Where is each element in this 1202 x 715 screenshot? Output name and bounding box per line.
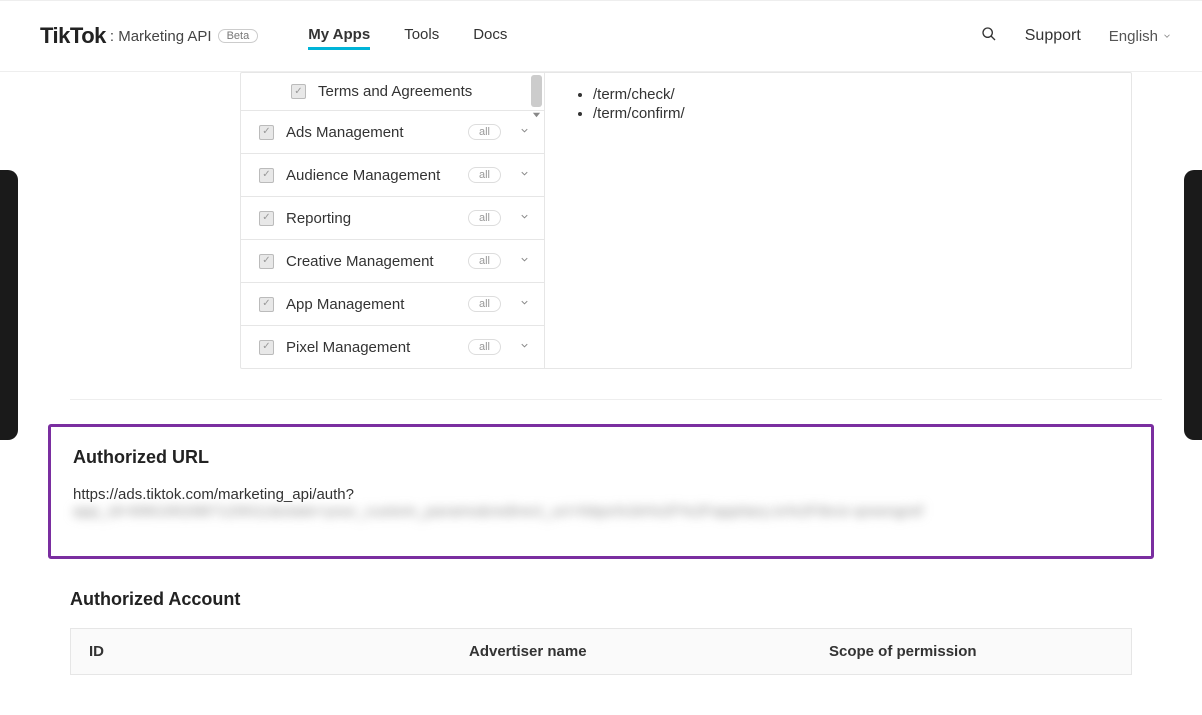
- endpoint-item: /term/confirm/: [593, 104, 1111, 123]
- checkbox-checked-icon[interactable]: [259, 340, 274, 355]
- authorized-url-prefix: https://ads.tiktok.com/marketing_api/aut…: [73, 486, 354, 503]
- permission-tag: all: [468, 296, 501, 312]
- language-selector[interactable]: English: [1109, 28, 1172, 45]
- section-divider: [70, 399, 1162, 400]
- chevron-down-icon: [519, 209, 530, 227]
- permission-label: Terms and Agreements: [318, 83, 530, 100]
- permission-item-ads-management[interactable]: Ads Management all: [241, 111, 544, 154]
- authorized-account-section: Authorized Account ID Advertiser name Sc…: [70, 589, 1132, 675]
- column-header-advertiser: Advertiser name: [451, 629, 811, 674]
- permission-label: Creative Management: [286, 253, 468, 270]
- permission-subitem-terms[interactable]: Terms and Agreements: [241, 73, 544, 111]
- permission-label: Audience Management: [286, 167, 468, 184]
- column-header-id: ID: [71, 629, 451, 674]
- chevron-down-icon: [1162, 28, 1172, 45]
- permissions-panel: Terms and Agreements Ads Management all …: [240, 72, 1132, 369]
- authorized-url-section: Authorized URL https://ads.tiktok.com/ma…: [48, 424, 1154, 559]
- permission-tag: all: [468, 339, 501, 355]
- authorized-url-value[interactable]: https://ads.tiktok.com/marketing_api/aut…: [73, 486, 1129, 520]
- checkbox-checked-icon[interactable]: [259, 125, 274, 140]
- header-right-controls: Support English: [981, 26, 1172, 47]
- endpoint-item: /term/check/: [593, 85, 1111, 104]
- permission-item-creative-management[interactable]: Creative Management all: [241, 240, 544, 283]
- nav-tools[interactable]: Tools: [404, 22, 439, 50]
- chevron-down-icon: [519, 338, 530, 356]
- permission-item-app-management[interactable]: App Management all: [241, 283, 544, 326]
- permission-label: Ads Management: [286, 124, 468, 141]
- chevron-down-icon: [519, 123, 530, 141]
- checkbox-checked-icon[interactable]: [291, 84, 306, 99]
- permission-item-audience-management[interactable]: Audience Management all: [241, 154, 544, 197]
- top-bar: TikTok : Marketing API Beta My Apps Tool…: [0, 0, 1202, 72]
- chevron-down-icon: [519, 166, 530, 184]
- logo-text: TikTok: [40, 23, 106, 49]
- permission-item-pixel-management[interactable]: Pixel Management all: [241, 326, 544, 368]
- authorized-account-title: Authorized Account: [70, 589, 1132, 610]
- primary-nav: My Apps Tools Docs: [308, 22, 507, 50]
- authorized-url-title: Authorized URL: [73, 447, 1129, 468]
- permission-tag: all: [468, 210, 501, 226]
- logo-subtitle: : Marketing API: [110, 28, 212, 45]
- checkbox-checked-icon[interactable]: [259, 211, 274, 226]
- permission-tag: all: [468, 253, 501, 269]
- language-label: English: [1109, 28, 1158, 45]
- permissions-category-list: Terms and Agreements Ads Management all …: [241, 73, 545, 368]
- logo-main: TikTok: [40, 23, 106, 48]
- checkbox-checked-icon[interactable]: [259, 297, 274, 312]
- authorized-url-redacted-tail: app_id=6961952687120011&state=your_custo…: [73, 503, 923, 520]
- endpoint-list: /term/check/ /term/confirm/: [565, 85, 1111, 123]
- authorized-account-table-header: ID Advertiser name Scope of permission: [70, 628, 1132, 675]
- nav-docs[interactable]: Docs: [473, 22, 507, 50]
- permission-endpoints-pane: /term/check/ /term/confirm/: [545, 73, 1131, 368]
- search-icon[interactable]: [981, 26, 997, 47]
- permission-label: Pixel Management: [286, 339, 468, 356]
- permission-label: App Management: [286, 296, 468, 313]
- permission-tag: all: [468, 167, 501, 183]
- permission-tag: all: [468, 124, 501, 140]
- support-link[interactable]: Support: [1025, 27, 1081, 45]
- permission-item-reporting[interactable]: Reporting all: [241, 197, 544, 240]
- chevron-down-icon: [519, 295, 530, 313]
- checkbox-checked-icon[interactable]: [259, 168, 274, 183]
- scrollbar-thumb[interactable]: [531, 75, 542, 107]
- column-header-scope: Scope of permission: [811, 629, 1131, 674]
- nav-my-apps[interactable]: My Apps: [308, 22, 370, 50]
- checkbox-checked-icon[interactable]: [259, 254, 274, 269]
- permission-label: Reporting: [286, 210, 468, 227]
- beta-badge: Beta: [218, 29, 259, 43]
- chevron-down-icon: [519, 252, 530, 270]
